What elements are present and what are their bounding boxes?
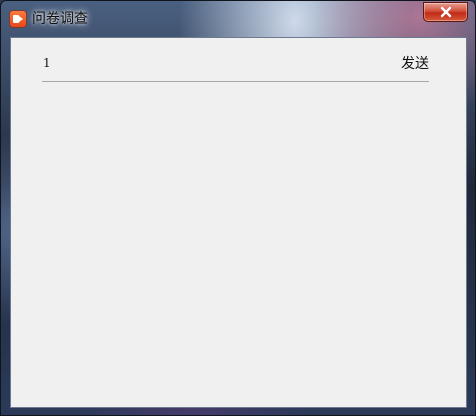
question-value: 1 bbox=[43, 56, 51, 70]
window-content bbox=[10, 37, 467, 408]
question-row: 1 发送 bbox=[42, 48, 429, 82]
close-button[interactable] bbox=[423, 2, 468, 22]
send-button[interactable]: 发送 bbox=[401, 53, 429, 73]
dialog-window: 问卷调查 1 发送 bbox=[0, 0, 476, 416]
title-bar[interactable]: 问卷调查 bbox=[1, 1, 476, 37]
window-title: 问卷调查 bbox=[32, 11, 88, 27]
video-camera-app-icon bbox=[10, 11, 26, 27]
close-icon bbox=[440, 6, 452, 18]
